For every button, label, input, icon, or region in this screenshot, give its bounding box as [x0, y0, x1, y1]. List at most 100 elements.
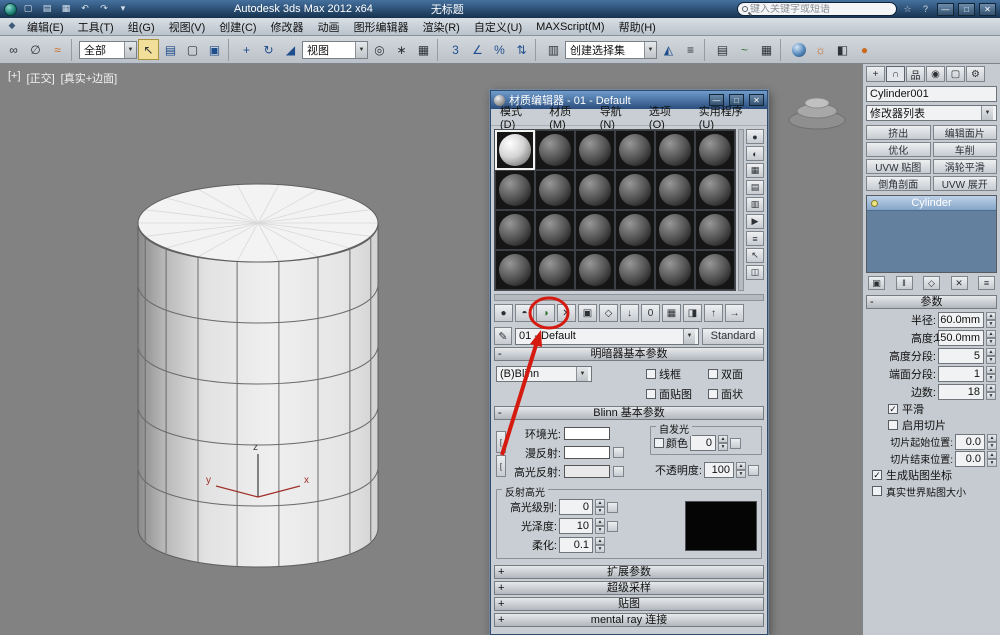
angle-snap-icon[interactable]: ∠	[467, 39, 488, 60]
soften-spinner[interactable]	[595, 537, 605, 553]
glossiness-field[interactable]: 10	[559, 518, 593, 534]
tab-motion[interactable]: ◉	[926, 66, 945, 82]
real-world-checkbox[interactable]	[872, 486, 882, 496]
wire-checkbox[interactable]	[646, 369, 656, 379]
new-scene-icon[interactable]: ▢	[20, 2, 36, 16]
blinn-basic-params-rollout[interactable]: Blinn 基本参数	[494, 406, 764, 420]
get-material-icon[interactable]: ●	[494, 304, 513, 322]
layer-manager-icon[interactable]: ▤	[712, 39, 733, 60]
opacity-spinner[interactable]	[736, 462, 746, 478]
reference-coordinate-dropdown[interactable]: 视图	[302, 41, 368, 59]
cylinder-object[interactable]	[138, 184, 378, 567]
rollout-collapse-icon[interactable]	[498, 348, 502, 360]
color-checkbox[interactable]	[654, 438, 664, 448]
render-setup-icon[interactable]: ☼	[810, 39, 831, 60]
two-sided-checkbox[interactable]	[708, 369, 718, 379]
rollout-expand-icon[interactable]	[498, 582, 504, 594]
modifier-button-lathe[interactable]: 车削	[933, 142, 998, 157]
select-and-manipulate-icon[interactable]: ∗	[391, 39, 412, 60]
mirror-icon[interactable]: ◭	[658, 39, 679, 60]
modifier-button-optimize[interactable]: 优化	[866, 142, 931, 157]
menu-customize[interactable]: 自定义(U)	[467, 19, 529, 35]
material-slot[interactable]	[615, 170, 655, 210]
go-to-parent-icon[interactable]: ↑	[704, 304, 723, 322]
select-object-icon[interactable]: ↖	[138, 39, 159, 60]
remove-modifier-icon[interactable]: ✕	[951, 276, 968, 290]
material-slot[interactable]	[575, 170, 615, 210]
radius-spinner[interactable]	[986, 312, 996, 328]
faceted-checkbox[interactable]	[708, 389, 718, 399]
use-pivot-point-center-icon[interactable]: ◎	[369, 39, 390, 60]
sample-type-icon[interactable]: ●	[746, 129, 764, 144]
specular-level-map-button[interactable]	[607, 502, 618, 513]
material-slot[interactable]	[615, 250, 655, 290]
material-slot[interactable]	[695, 210, 735, 250]
slice-from-spinner[interactable]	[987, 434, 997, 450]
material-slot[interactable]	[695, 130, 735, 170]
object-name-field[interactable]: Cylinder001	[866, 86, 997, 102]
specular-level-field[interactable]: 0	[559, 499, 593, 515]
select-and-link-icon[interactable]: ∞	[3, 39, 24, 60]
schematic-view-icon[interactable]: ▦	[756, 39, 777, 60]
material-slot[interactable]	[535, 210, 575, 250]
opacity-map-button[interactable]	[748, 465, 759, 476]
diffuse-map-button[interactable]	[613, 447, 624, 458]
open-file-icon[interactable]: ▤	[39, 2, 55, 16]
self-illumination-spinner[interactable]	[718, 435, 728, 451]
curve-editor-icon[interactable]: ~	[734, 39, 755, 60]
select-and-scale-icon[interactable]: ◢	[280, 39, 301, 60]
window-crossing-icon[interactable]: ▣	[204, 39, 225, 60]
shader-basic-params-rollout[interactable]: 明暗器基本参数	[494, 347, 764, 361]
radius-field[interactable]: 60.0mm	[938, 312, 984, 328]
parameters-rollout[interactable]: 参数	[866, 295, 997, 309]
specular-level-spinner[interactable]	[595, 499, 605, 515]
slice-to-spinner[interactable]	[987, 451, 997, 467]
generate-mapping-checkbox[interactable]	[872, 470, 882, 480]
material-slot-selected[interactable]	[495, 130, 535, 170]
video-color-check-icon[interactable]: ▥	[746, 197, 764, 212]
search-box[interactable]	[737, 2, 897, 16]
close-button[interactable]: ✕	[979, 3, 996, 16]
keyboard-shortcut-override-icon[interactable]: ▦	[413, 39, 434, 60]
stack-item-cylinder[interactable]: Cylinder	[867, 196, 996, 211]
menu-views[interactable]: 视图(V)	[162, 19, 213, 35]
menu-create[interactable]: 创建(C)	[212, 19, 263, 35]
slots-horizontal-scrollbar[interactable]	[494, 294, 764, 301]
glossiness-map-button[interactable]	[607, 521, 618, 532]
slice-from-field[interactable]: 0.0	[955, 434, 985, 450]
material-slot[interactable]	[655, 130, 695, 170]
select-by-name-icon[interactable]: ▤	[160, 39, 181, 60]
cap-segments-field[interactable]: 1	[938, 366, 984, 382]
backlight-icon[interactable]: ◐	[746, 146, 764, 161]
material-editor-icon[interactable]	[788, 39, 809, 60]
maps-rollout[interactable]: 贴图	[494, 597, 764, 611]
spinner-snap-icon[interactable]: ⇅	[511, 39, 532, 60]
height-segments-field[interactable]: 5	[938, 348, 984, 364]
material-slot[interactable]	[655, 210, 695, 250]
rollout-expand-icon[interactable]	[498, 566, 504, 578]
shader-type-dropdown[interactable]: (B)Blinn	[496, 366, 592, 382]
menu-edit[interactable]: 编辑(E)	[20, 19, 71, 35]
menu-animation[interactable]: 动画	[311, 19, 347, 35]
tab-modify[interactable]: ∩	[886, 66, 905, 82]
snap-toggle-3d-icon[interactable]: 3	[445, 39, 466, 60]
supersampling-rollout[interactable]: 超级采样	[494, 581, 764, 595]
put-material-to-scene-icon[interactable]: ◓	[515, 304, 534, 322]
material-id-channel-icon[interactable]: 0	[641, 304, 660, 322]
make-unique-icon[interactable]: ◇	[923, 276, 940, 290]
menu-graph-editors[interactable]: 图形编辑器	[347, 19, 416, 35]
max-logo-icon[interactable]	[4, 3, 17, 16]
material-slot[interactable]	[655, 170, 695, 210]
show-end-result-icon[interactable]: ‖	[896, 276, 913, 290]
menu-tools[interactable]: 工具(T)	[71, 19, 121, 35]
assign-material-to-selection-icon[interactable]: ◑	[536, 304, 555, 322]
slice-on-checkbox[interactable]	[888, 420, 898, 430]
menu-help[interactable]: 帮助(H)	[612, 19, 663, 35]
background-icon[interactable]: ▦	[746, 163, 764, 178]
quick-access-arrow-icon[interactable]: ▾	[115, 2, 131, 16]
smooth-checkbox[interactable]	[888, 404, 898, 414]
modifier-button-extrude[interactable]: 挤出	[866, 125, 931, 140]
rollout-collapse-icon[interactable]	[870, 296, 874, 308]
dropdown-arrow-icon[interactable]	[644, 42, 656, 58]
dropdown-arrow-icon[interactable]	[124, 42, 136, 58]
